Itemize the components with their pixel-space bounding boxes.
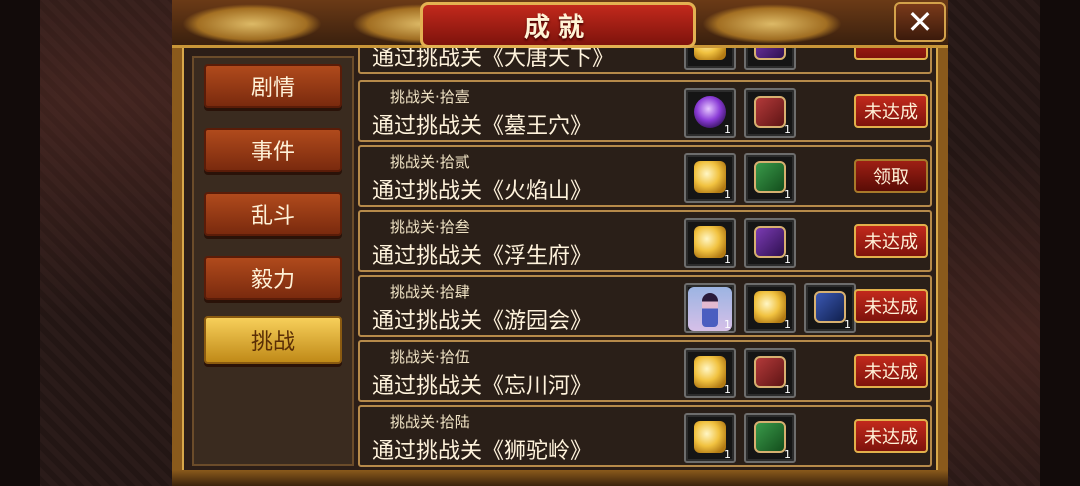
reward-qty: 1 [724,188,731,201]
reward-qty: 1 [724,448,731,461]
achievement-subtitle: 挑战关·拾伍 [390,348,470,366]
list-item: 挑战关·拾伍 通过挑战关《忘川河》 1 1 未达成 [358,340,932,402]
purple-book-icon[interactable] [744,48,796,70]
purple-book-icon[interactable]: 1 [744,218,796,268]
red-book-icon[interactable]: 1 [744,348,796,398]
achievement-title: 通过挑战关《大唐天下》 [372,48,615,71]
reward-qty: 1 [784,253,791,266]
list-item: 挑战关·拾贰 通过挑战关《火焰山》 1 1 领取 [358,145,932,207]
achievement-subtitle: 挑战关·拾叁 [390,218,470,236]
left-edge [0,0,40,486]
close-icon: ✕ [906,3,934,41]
status-button[interactable]: 未达成 [854,289,928,323]
reward-qty: 1 [784,188,791,201]
gold-ingot-icon[interactable]: 1 [684,413,736,463]
purple-orb-icon[interactable]: 1 [684,88,736,138]
green-book-icon[interactable]: 1 [744,153,796,203]
tab-story[interactable]: 剧情 [204,64,342,108]
reward-qty: 1 [724,123,731,136]
reward-qty: 1 [724,253,731,266]
achievement-subtitle: 挑战关·拾陆 [390,413,470,431]
bottom-frame [172,470,948,486]
achievement-subtitle: 挑战关·拾贰 [390,153,470,171]
achievement-subtitle: 挑战关·拾肆 [390,283,470,301]
reward-qty: 1 [844,318,851,331]
tab-perseverance[interactable]: 毅力 [204,256,342,300]
hero-portrait-icon[interactable]: 1 [684,283,736,333]
achievement-title: 通过挑战关《火焰山》 [372,179,593,204]
tab-challenge[interactable]: 挑战 [204,316,342,364]
claim-button[interactable]: 领取 [854,159,928,193]
gold-ingot-icon[interactable]: 1 [684,348,736,398]
achievement-subtitle: 挑战关·拾壹 [390,88,470,106]
gold-ingot-icon[interactable]: 1 [744,283,796,333]
tab-events[interactable]: 事件 [204,128,342,172]
reward-qty: 1 [784,318,791,331]
achievement-title: 通过挑战关《墓王穴》 [372,114,593,139]
list-item: 挑战关·拾陆 通过挑战关《狮驼岭》 1 1 未达成 [358,405,932,467]
blue-book-icon[interactable]: 1 [804,283,856,333]
list-item: 挑战关·拾壹 通过挑战关《墓王穴》 1 1 未达成 [358,80,932,142]
gold-ingot-icon[interactable]: 1 [684,218,736,268]
gold-ingot-icon[interactable] [684,48,736,70]
status-button[interactable]: 未达成 [854,224,928,258]
close-button[interactable]: ✕ [894,2,946,42]
reward-qty: 1 [724,318,731,331]
reward-qty: 1 [784,123,791,136]
list-item: 通过挑战关《大唐天下》 [358,48,932,74]
gold-ingot-icon[interactable]: 1 [684,153,736,203]
reward-qty: 1 [784,448,791,461]
tab-melee[interactable]: 乱斗 [204,192,342,236]
green-book-icon[interactable]: 1 [744,413,796,463]
right-edge [1040,0,1080,486]
page-title: 成就 [523,12,592,43]
reward-qty: 1 [724,383,731,396]
reward-qty: 1 [784,383,791,396]
status-button[interactable]: 未达成 [854,94,928,128]
category-sidebar: 剧情 事件 乱斗 毅力 挑战 [192,56,354,466]
list-item: 挑战关·拾肆 通过挑战关《游园会》 1 1 1 未达成 [358,275,932,337]
red-book-icon[interactable]: 1 [744,88,796,138]
title-plate: 成就 [420,2,696,48]
list-item: 挑战关·拾叁 通过挑战关《浮生府》 1 1 未达成 [358,210,932,272]
status-button[interactable]: 未达成 [854,354,928,388]
achievement-title: 通过挑战关《游园会》 [372,309,593,334]
achievement-title: 通过挑战关《忘川河》 [372,374,593,399]
left-cloud-ornament-icon [182,4,322,44]
status-button[interactable]: 未达成 [854,419,928,453]
achievement-title: 通过挑战关《浮生府》 [372,244,593,269]
right-scroll-ornament-icon [702,4,842,44]
achievement-list[interactable]: 通过挑战关《大唐天下》 挑战关·拾壹 通过挑战关《墓王穴》 1 1 未达成 挑战… [358,48,932,468]
achievement-title: 通过挑战关《狮驼岭》 [372,439,593,464]
status-button[interactable] [854,48,928,60]
